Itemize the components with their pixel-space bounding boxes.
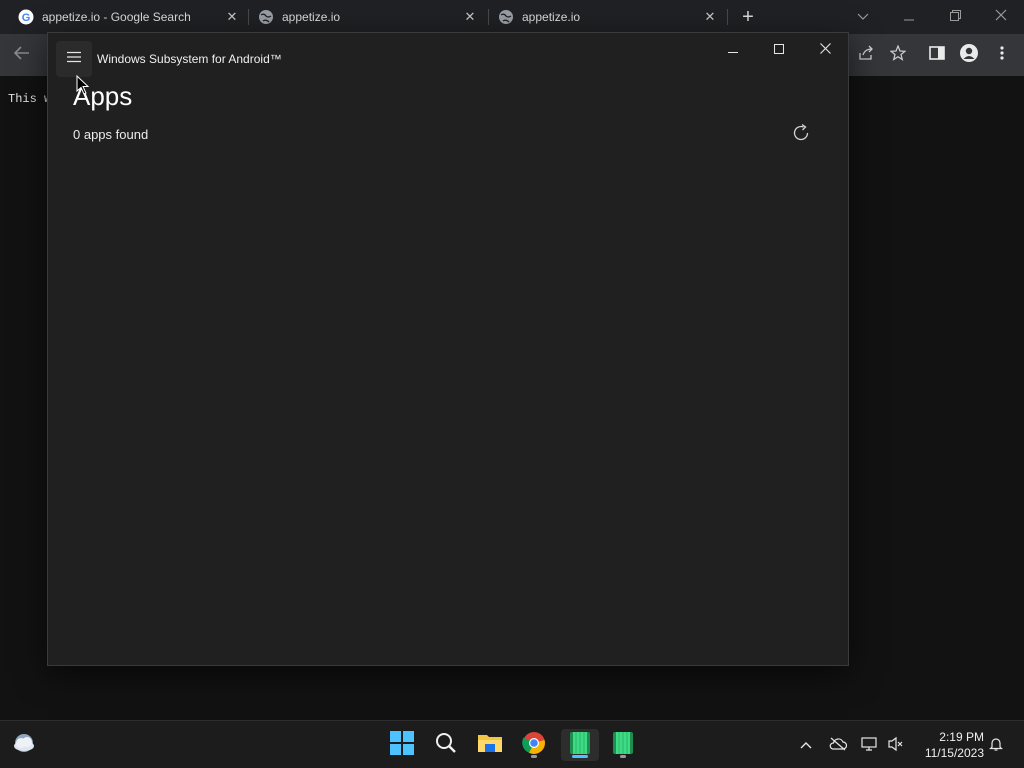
minimize-icon	[728, 41, 738, 59]
chevron-down-icon	[857, 8, 869, 24]
taskbar: 2:19 PM 11/15/2023	[0, 720, 1024, 768]
new-tab-button[interactable]: +	[738, 7, 758, 27]
side-panel-icon	[929, 45, 945, 65]
hamburger-icon	[66, 50, 82, 68]
tab-close-button[interactable]: ✕	[224, 9, 240, 25]
network-icon	[861, 736, 879, 755]
running-indicator	[620, 755, 626, 758]
avatar-icon	[959, 43, 979, 68]
tab-close-button[interactable]: ✕	[702, 9, 718, 25]
clock-time: 2:19 PM	[939, 730, 984, 744]
tab-divider	[727, 9, 728, 25]
globe-icon	[498, 9, 514, 25]
clock-date: 11/15/2023	[924, 746, 984, 760]
show-hidden-icons-button[interactable]	[796, 735, 816, 755]
share-button[interactable]	[853, 42, 879, 68]
restore-button[interactable]	[932, 0, 978, 32]
window-title: Windows Subsystem for Android™	[97, 52, 282, 66]
running-indicator	[531, 755, 537, 758]
tab-title: appetize.io - Google Search	[42, 10, 191, 24]
android-app-button[interactable]	[607, 729, 639, 761]
share-icon	[858, 45, 874, 66]
page-text: This w	[8, 92, 52, 106]
wsa-minimize-button[interactable]	[710, 35, 756, 65]
chrome-button[interactable]	[518, 729, 550, 761]
file-explorer-button[interactable]	[474, 729, 506, 761]
minimize-button[interactable]	[886, 0, 932, 32]
active-indicator	[572, 755, 588, 758]
cloud-offline-icon	[829, 737, 848, 754]
windows-logo-icon	[390, 730, 414, 760]
side-panel-button[interactable]	[924, 42, 950, 68]
close-icon	[819, 41, 831, 59]
profile-button[interactable]	[956, 42, 982, 68]
minimize-icon	[904, 8, 914, 24]
mouse-cursor-icon	[76, 74, 90, 95]
wsa-taskbar-button[interactable]	[561, 729, 599, 761]
navigation-menu-button[interactable]	[56, 41, 92, 77]
close-window-button[interactable]	[978, 0, 1024, 32]
weather-cloud-icon	[11, 732, 37, 759]
back-button[interactable]	[9, 42, 35, 68]
arrow-left-icon	[13, 45, 30, 65]
apps-count-text: 0 apps found	[73, 127, 149, 142]
google-icon: G	[18, 9, 34, 25]
tab-search-button[interactable]	[840, 0, 886, 32]
weather-widget-button[interactable]	[8, 729, 40, 761]
more-vertical-icon	[1000, 45, 1004, 65]
globe-icon	[258, 9, 274, 25]
tab-divider	[488, 9, 489, 25]
volume-button[interactable]	[886, 735, 906, 755]
chevron-up-icon	[800, 738, 812, 752]
wsa-maximize-button[interactable]	[756, 35, 802, 65]
tab-title: appetize.io	[522, 10, 581, 24]
tab-google-search[interactable]: G appetize.io - Google Search ✕	[18, 0, 244, 34]
search-button[interactable]	[430, 729, 462, 761]
maximize-icon	[774, 41, 784, 59]
search-icon	[435, 732, 457, 759]
refresh-button[interactable]	[790, 123, 812, 148]
network-button[interactable]	[860, 735, 880, 755]
star-icon	[889, 43, 907, 66]
notifications-button[interactable]	[986, 735, 1006, 755]
tab-appetize-1[interactable]: appetize.io ✕	[258, 0, 484, 34]
wsa-window: Windows Subsystem for Android™ Apps 0 ap…	[47, 32, 849, 666]
start-button[interactable]	[386, 729, 418, 761]
tab-appetize-2[interactable]: appetize.io ✕	[498, 0, 724, 34]
refresh-icon	[791, 123, 811, 148]
bookmark-button[interactable]	[885, 42, 911, 68]
restore-icon	[949, 8, 961, 24]
tab-title: appetize.io	[282, 10, 341, 24]
close-icon	[995, 8, 1007, 24]
browser-tab-strip: G appetize.io - Google Search ✕ appetize…	[0, 0, 1024, 34]
clock[interactable]: 2:19 PM 11/15/2023	[912, 729, 984, 761]
tab-divider	[248, 9, 249, 25]
folder-icon	[477, 732, 503, 759]
volume-muted-icon	[887, 736, 905, 755]
bell-icon	[988, 736, 1004, 755]
wsa-close-button[interactable]	[802, 35, 848, 65]
onedrive-button[interactable]	[828, 735, 848, 755]
browser-menu-button[interactable]	[989, 42, 1015, 68]
svg-text:G: G	[22, 12, 31, 24]
tab-close-button[interactable]: ✕	[462, 9, 478, 25]
